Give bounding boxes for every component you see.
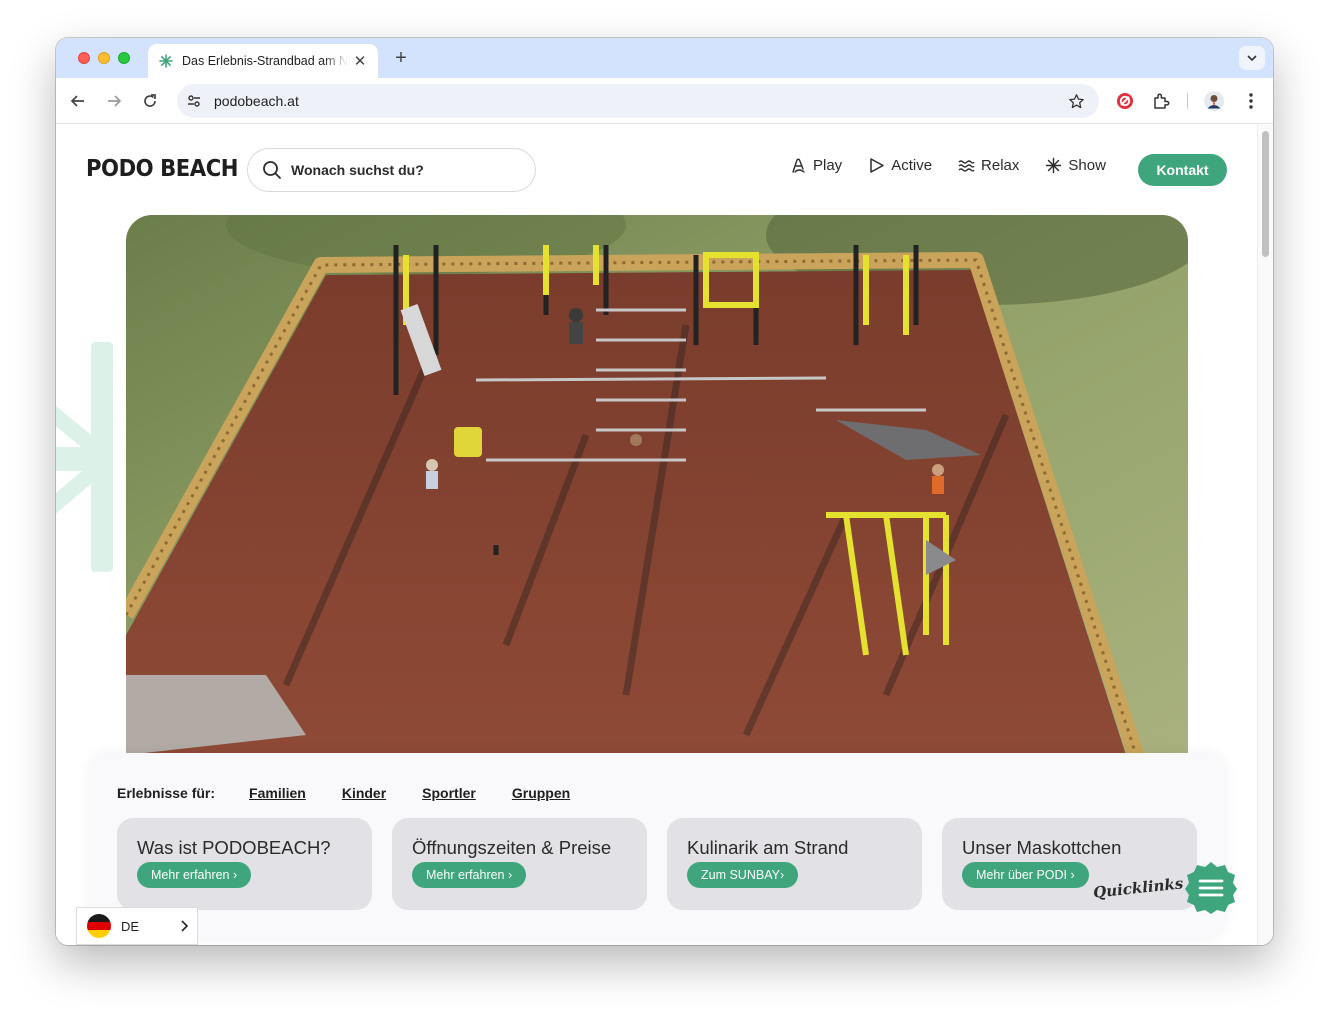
sparkle-decoration-icon: [56, 342, 113, 572]
tab-close-icon[interactable]: ✕: [352, 53, 368, 70]
active-triangle-icon: [870, 158, 884, 173]
back-button[interactable]: [66, 89, 90, 113]
card-more-button[interactable]: Mehr erfahren ›: [412, 862, 527, 888]
hero-image-workout-park: [126, 215, 1188, 755]
browser-menu-icon[interactable]: [1240, 90, 1262, 112]
tab-title: Das Erlebnis-Strandbad am N: [182, 54, 348, 68]
experiences-label: Erlebnisse für:: [117, 785, 216, 801]
nav-label-play: Play: [813, 157, 843, 174]
info-card-hours-prices[interactable]: Öffnungszeiten & Preise Mehr erfahren ›: [392, 818, 647, 910]
card-title: Kulinarik am Strand: [687, 837, 849, 858]
info-card-mascot[interactable]: Unser Maskottchen Mehr über PODI ›: [942, 818, 1197, 910]
info-card-podobeach[interactable]: Was ist PODOBEACH? Mehr erfahren ›: [117, 818, 372, 910]
minimize-window-button[interactable]: [98, 52, 110, 64]
experience-link-familien[interactable]: Familien: [249, 785, 306, 801]
experience-link-gruppen[interactable]: Gruppen: [512, 785, 570, 801]
tab-search-button[interactable]: [1239, 46, 1265, 70]
chevron-down-icon: [1247, 55, 1257, 62]
card-podi-button[interactable]: Mehr über PODI ›: [962, 862, 1089, 888]
card-title: Was ist PODOBEACH?: [137, 837, 331, 858]
experience-link-sportler[interactable]: Sportler: [422, 785, 476, 801]
card-more-button[interactable]: Mehr erfahren ›: [137, 862, 252, 888]
nav-label-active: Active: [891, 157, 933, 174]
browser-toolbar: podobeach.at: [56, 78, 1273, 124]
tab-strip: Das Erlebnis-Strandbad am N ✕ +: [56, 38, 1273, 78]
forward-arrow-icon: [108, 95, 122, 107]
site-settings-icon[interactable]: [183, 90, 205, 112]
german-flag-icon: [87, 914, 111, 938]
url-text[interactable]: podobeach.at: [214, 93, 1065, 109]
sparkle-icon: [1046, 157, 1062, 174]
address-bar[interactable]: podobeach.at: [177, 84, 1099, 118]
close-window-button[interactable]: [78, 52, 90, 64]
new-tab-button[interactable]: +: [390, 47, 412, 69]
experiences-row: Erlebnisse für: Familien Kinder Sportler…: [117, 785, 606, 801]
main-navigation: Play Active Relax Show: [790, 157, 1132, 174]
sparkle-favicon-icon: [159, 54, 173, 68]
card-title: Öffnungszeiten & Preise: [412, 837, 612, 858]
site-search-input[interactable]: Wonach suchst du?: [247, 148, 536, 192]
chevron-right-icon: [181, 920, 189, 932]
page-viewport: PODO BEACH Wonach suchst du? Play Active…: [56, 125, 1273, 945]
waves-icon: [958, 160, 975, 172]
nav-label-relax: Relax: [981, 157, 1020, 174]
reload-button[interactable]: [138, 89, 162, 113]
nav-item-active[interactable]: Active: [868, 157, 932, 174]
toolbar-separator: [1187, 93, 1188, 109]
browser-window: Das Erlebnis-Strandbad am N ✕ + podobeac…: [56, 38, 1273, 945]
maximize-window-button[interactable]: [118, 52, 130, 64]
extension-red-icon[interactable]: [1114, 90, 1136, 112]
quicklinks-menu-button[interactable]: [1184, 861, 1238, 915]
nav-label-show: Show: [1068, 157, 1106, 174]
back-arrow-icon: [70, 95, 84, 107]
profile-avatar-icon[interactable]: [1203, 90, 1225, 112]
nav-item-play[interactable]: Play: [790, 157, 842, 174]
language-code: DE: [121, 918, 140, 934]
browser-tab-active[interactable]: Das Erlebnis-Strandbad am N ✕: [148, 44, 378, 78]
card-sunbay-button[interactable]: Zum SUNBAY›: [687, 862, 799, 888]
extensions-puzzle-icon[interactable]: [1150, 90, 1172, 112]
info-card-culinary[interactable]: Kulinarik am Strand Zum SUNBAY›: [667, 818, 922, 910]
site-logo[interactable]: PODO BEACH: [86, 156, 238, 182]
page-scrollbar[interactable]: [1257, 125, 1273, 945]
bookmark-star-icon[interactable]: [1065, 90, 1087, 112]
search-placeholder: Wonach suchst du?: [291, 162, 424, 178]
scrollbar-thumb[interactable]: [1262, 131, 1269, 257]
experience-link-kinder[interactable]: Kinder: [342, 785, 386, 801]
nav-item-show[interactable]: Show: [1045, 157, 1106, 174]
contact-button[interactable]: Kontakt: [1138, 154, 1227, 186]
play-hand-icon: [792, 158, 805, 173]
experience-panel: Erlebnisse für: Familien Kinder Sportler…: [88, 753, 1227, 941]
nav-item-relax[interactable]: Relax: [958, 157, 1019, 174]
reload-icon: [144, 94, 156, 107]
forward-button[interactable]: [102, 89, 126, 113]
language-selector[interactable]: DE: [76, 907, 198, 945]
card-title: Unser Maskottchen: [962, 837, 1122, 858]
search-icon: [263, 161, 281, 179]
